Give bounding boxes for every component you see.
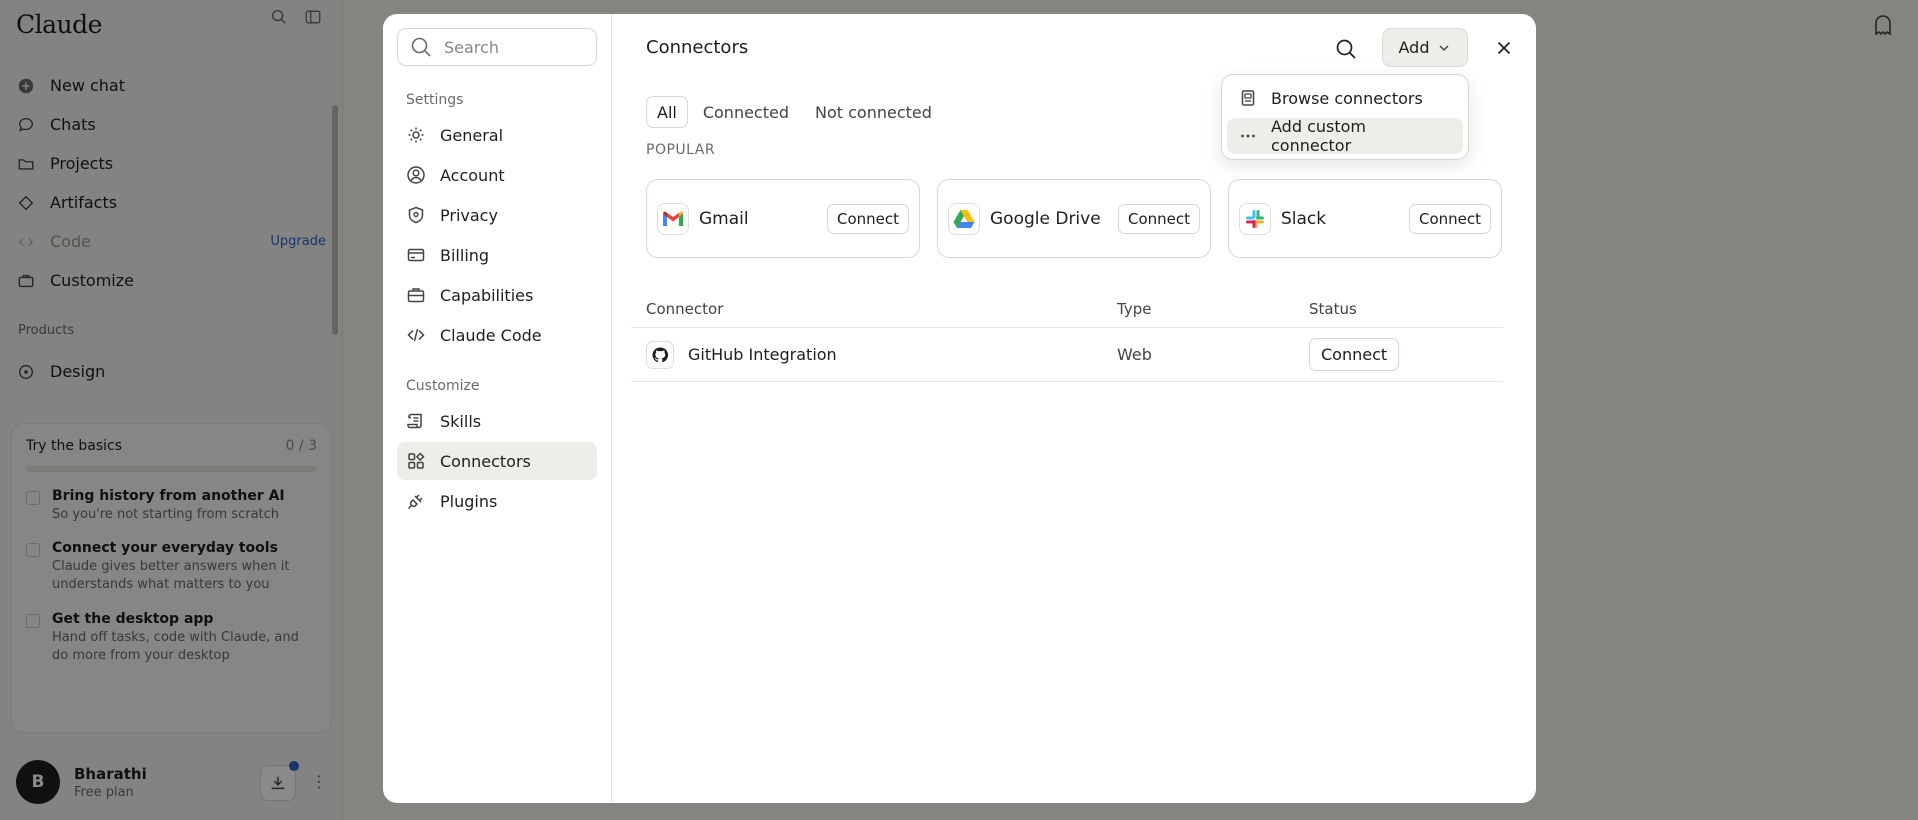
briefcase-icon <box>406 285 426 305</box>
tab-not-connected[interactable]: Not connected <box>804 96 943 128</box>
connector-card-gmail: Gmail Connect <box>646 179 920 258</box>
settings-item-plugins[interactable]: Plugins <box>397 482 597 520</box>
search-input[interactable] <box>444 37 584 57</box>
book-icon <box>1239 89 1257 107</box>
table-row[interactable]: GitHub Integration Web Connect <box>631 328 1503 382</box>
settings-item-label: General <box>440 125 504 145</box>
tab-all[interactable]: All <box>646 96 688 128</box>
connector-type: Web <box>1117 345 1152 364</box>
settings-item-billing[interactable]: Billing <box>397 236 597 274</box>
settings-nav: Settings General Account Privacy Billing… <box>383 14 612 803</box>
settings-section-label: Settings <box>406 92 464 108</box>
settings-search[interactable] <box>397 28 597 66</box>
menu-item-browse-connectors[interactable]: Browse connectors <box>1227 80 1463 116</box>
connect-button[interactable]: Connect <box>1117 203 1200 234</box>
customize-section-label: Customize <box>406 378 480 394</box>
add-button-label: Add <box>1398 38 1430 57</box>
connector-name: GitHub Integration <box>688 345 837 364</box>
settings-item-account[interactable]: Account <box>397 156 597 194</box>
connector-card-slack: Slack Connect <box>1228 179 1502 258</box>
connector-filter-tabs: All Connected Not connected <box>646 96 943 128</box>
page-title: Connectors <box>646 37 749 58</box>
settings-item-label: Privacy <box>440 205 498 225</box>
connector-name: Gmail <box>699 208 749 229</box>
popular-connectors: Gmail Connect Google Drive Connect Slack… <box>646 179 1502 258</box>
connector-name: Google Drive <box>990 208 1101 229</box>
plug-icon <box>406 491 426 511</box>
settings-item-label: Claude Code <box>440 325 542 345</box>
column-header-status: Status <box>1309 299 1357 318</box>
connectors-table: Connector Type Status GitHub Integration… <box>631 290 1503 382</box>
add-button[interactable]: Add <box>1382 28 1468 67</box>
settings-item-capabilities[interactable]: Capabilities <box>397 276 597 314</box>
settings-item-claude-code[interactable]: Claude Code <box>397 316 597 354</box>
settings-item-general[interactable]: General <box>397 116 597 154</box>
connect-button[interactable]: Connect <box>826 203 909 234</box>
shield-icon <box>406 205 426 225</box>
settings-item-label: Plugins <box>440 491 498 511</box>
connectors-icon <box>406 451 426 471</box>
search-icon <box>411 37 431 57</box>
connector-name: Slack <box>1281 208 1327 229</box>
credit-card-icon <box>406 245 426 265</box>
settings-item-label: Skills <box>440 411 482 431</box>
search-button[interactable] <box>1333 36 1359 62</box>
close-icon <box>1497 41 1511 55</box>
user-circle-icon <box>406 165 426 185</box>
menu-item-label: Add custom connector <box>1271 117 1366 155</box>
code-icon <box>406 325 426 345</box>
column-header-connector: Connector <box>646 299 724 318</box>
menu-item-label: Browse connectors <box>1271 88 1423 108</box>
settings-item-label: Account <box>440 165 505 185</box>
column-header-type: Type <box>1117 299 1152 318</box>
add-dropdown-menu: Browse connectors Add custom connector <box>1221 74 1469 160</box>
connect-button[interactable]: Connect <box>1309 338 1400 371</box>
table-header: Connector Type Status <box>631 290 1503 328</box>
connector-cell: GitHub Integration <box>631 340 1117 369</box>
gmail-icon <box>657 202 689 235</box>
settings-item-label: Connectors <box>440 451 531 471</box>
connector-card-google-drive: Google Drive Connect <box>937 179 1211 258</box>
slack-icon <box>1239 202 1271 235</box>
close-button[interactable] <box>1492 36 1516 60</box>
google-drive-icon <box>948 202 980 235</box>
menu-item-add-custom-connector[interactable]: Add custom connector <box>1227 117 1463 155</box>
tab-connected[interactable]: Connected <box>692 96 800 128</box>
search-icon <box>1336 39 1356 59</box>
settings-item-privacy[interactable]: Privacy <box>397 196 597 234</box>
chevron-down-icon <box>1439 44 1450 51</box>
github-icon <box>646 340 674 369</box>
popular-section-label: POPULAR <box>646 142 716 158</box>
settings-item-connectors[interactable]: Connectors <box>397 442 597 480</box>
settings-item-skills[interactable]: Skills <box>397 402 597 440</box>
status-cell: Connect <box>1309 338 1503 371</box>
settings-item-label: Capabilities <box>440 285 534 305</box>
gear-icon <box>406 125 426 145</box>
scroll-icon <box>406 411 426 431</box>
connect-button[interactable]: Connect <box>1408 203 1491 234</box>
settings-item-label: Billing <box>440 245 490 265</box>
more-horizontal-icon <box>1239 127 1257 145</box>
